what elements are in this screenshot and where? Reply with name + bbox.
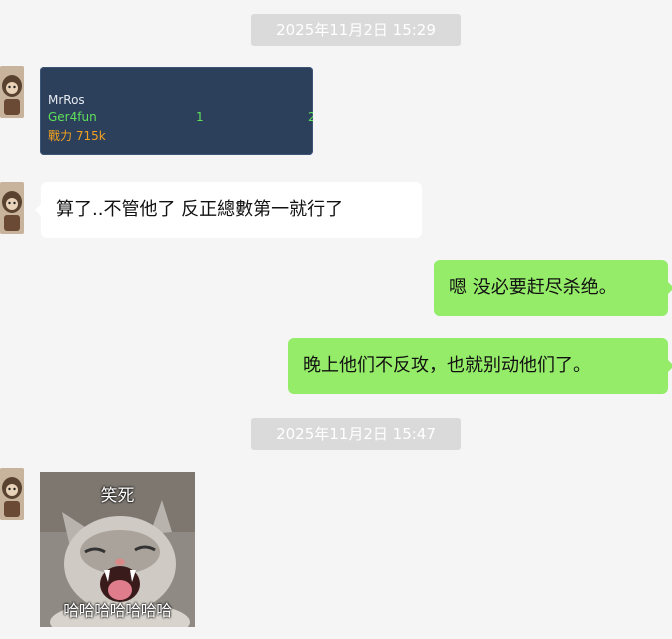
- message-text: 算了..不管他了 反正總數第一就行了: [56, 199, 344, 220]
- sticker-caption-bottom: 哈哈哈哈哈哈哈: [63, 601, 172, 620]
- laughing-cat-sticker[interactable]: 笑死 哈哈哈哈哈哈哈: [40, 472, 195, 627]
- power-value: 戰力 715k: [48, 129, 106, 143]
- player-name: MrRos: [48, 93, 85, 107]
- contact-avatar[interactable]: [0, 468, 24, 520]
- timestamp: 2025年11月2日 15:47: [251, 418, 461, 450]
- message-bubble-outgoing[interactable]: 晚上他们不反攻，也就别动他们了。: [288, 338, 672, 394]
- guild-name: Ger4fun: [48, 110, 97, 124]
- game-screenshot-image[interactable]: MrRos Ger4fun 1 2 戰力 715k: [40, 67, 313, 155]
- stat-value: 1: [196, 110, 204, 124]
- bubble-tail: [667, 359, 672, 373]
- message-bubble-outgoing[interactable]: 嗯 没必要赶尽杀绝。: [434, 260, 672, 316]
- sticker-caption-top: 笑死: [100, 486, 135, 506]
- contact-avatar[interactable]: [0, 182, 24, 234]
- bubble-tail: [35, 203, 42, 217]
- bubble-tail: [667, 281, 672, 295]
- timestamp: 2025年11月2日 15:29: [251, 14, 461, 46]
- contact-avatar[interactable]: [0, 66, 24, 118]
- message-bubble-incoming[interactable]: 算了..不管他了 反正總數第一就行了: [35, 182, 422, 238]
- message-text: 晚上他们不反攻，也就别动他们了。: [303, 355, 591, 376]
- stat-value: 2: [308, 110, 313, 124]
- message-text: 嗯 没必要赶尽杀绝。: [449, 277, 617, 298]
